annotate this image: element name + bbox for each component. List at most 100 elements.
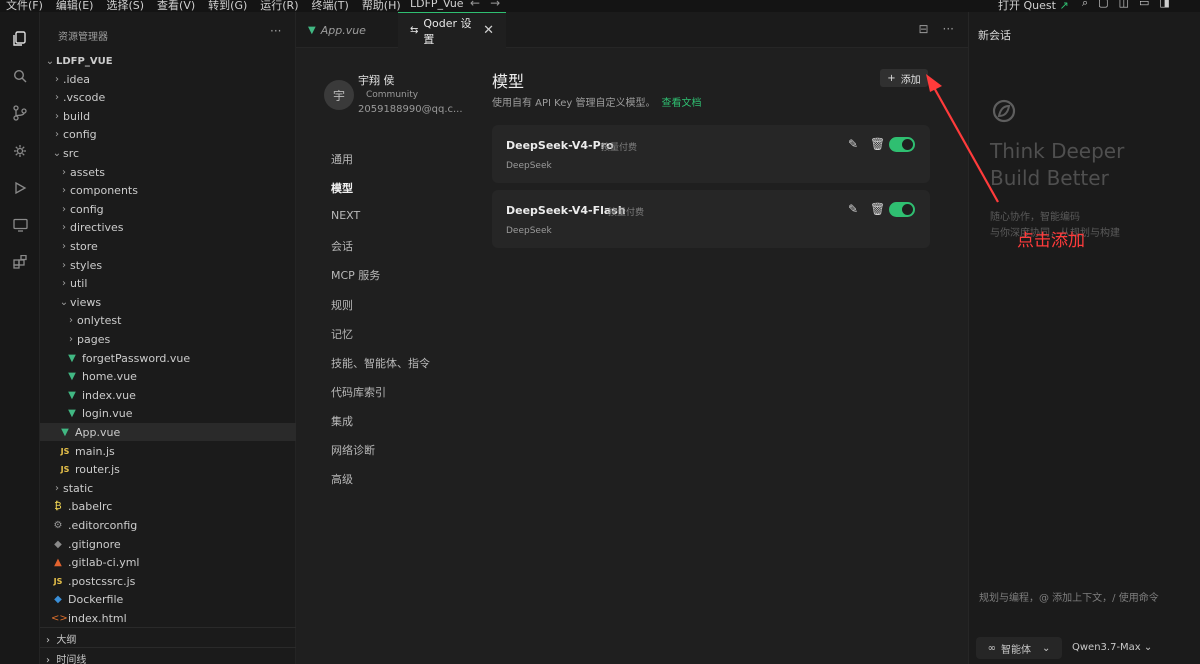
trash-icon[interactable]: 🗑 xyxy=(870,137,885,151)
activity-bar xyxy=(0,12,40,664)
edit-icon[interactable]: ✎ xyxy=(848,202,858,216)
model-select[interactable]: Qwen3.7-Max ⌄ xyxy=(1072,642,1152,653)
model-enabled-toggle[interactable] xyxy=(889,137,915,152)
tree-folder[interactable]: › build xyxy=(40,107,296,125)
vue-file-icon: ▼ xyxy=(68,371,76,383)
settings-nav-item[interactable]: 技能、智能体、指令 xyxy=(331,355,430,371)
tree-file[interactable]: ▼ login.vue xyxy=(40,405,296,423)
outline-section[interactable]: › 大纲 xyxy=(46,631,76,646)
run-debug-icon[interactable] xyxy=(11,179,29,197)
search-icon[interactable] xyxy=(11,67,29,85)
explorer-title: 资源管理器 xyxy=(58,32,108,43)
close-icon[interactable]: ✕ xyxy=(483,23,494,38)
settings-view: 宇 宇翔 侯 Community 2059188990@qq.c... 通用 模型… xyxy=(296,48,968,664)
model-provider: DeepSeek xyxy=(506,161,552,171)
model-billing: 按量付费 xyxy=(601,143,638,153)
docs-link[interactable]: 查看文档 xyxy=(662,98,702,109)
tree-folder[interactable]: › store xyxy=(40,237,296,255)
tree-folder[interactable]: › directives xyxy=(40,219,296,237)
js-file-icon: JS xyxy=(53,576,63,586)
chevron-right-icon: › xyxy=(62,259,66,271)
trash-icon[interactable]: 🗑 xyxy=(870,202,885,216)
tree-file[interactable]: ◆ Dockerfile xyxy=(40,591,296,609)
back-arrow-icon[interactable]: ← xyxy=(470,0,490,10)
tree-file[interactable]: ▼ index.vue xyxy=(40,386,296,404)
tree-file[interactable]: JS .postcssrc.js xyxy=(40,572,296,590)
extensions-settings-icon[interactable] xyxy=(11,142,29,160)
tree-folder[interactable]: ⌄ views xyxy=(40,293,296,311)
tree-file[interactable]: ▲ .gitlab-ci.yml xyxy=(40,554,296,572)
more-actions-icon[interactable]: ··· xyxy=(270,24,281,38)
tree-folder[interactable]: › .vscode xyxy=(40,89,296,107)
settings-nav-item[interactable]: NEXT xyxy=(331,209,360,222)
tree-folder[interactable]: › assets xyxy=(40,163,296,181)
search-icon[interactable]: ⌕ xyxy=(1082,0,1088,10)
more-actions-icon[interactable]: ··· xyxy=(943,22,954,36)
remote-explorer-icon[interactable] xyxy=(11,216,29,234)
settings-nav-item[interactable]: 网络诊断 xyxy=(331,442,375,458)
tree-file[interactable]: JS main.js xyxy=(40,442,296,460)
tree-folder[interactable]: › util xyxy=(40,275,296,293)
vue-file-icon: ▼ xyxy=(68,408,76,420)
tree-file[interactable]: ⚙ .editorconfig xyxy=(40,516,296,534)
tree-label: main.js xyxy=(75,444,115,458)
outline-label: 大纲 xyxy=(56,635,77,646)
tree-file[interactable]: ◆ .gitignore xyxy=(40,535,296,553)
tree-folder[interactable]: › styles xyxy=(40,256,296,274)
panel-divider xyxy=(40,627,296,628)
tab-qoder-settings[interactable]: ⇆ Qoder 设置 ✕ xyxy=(398,12,506,48)
tree-folder[interactable]: › .idea xyxy=(40,70,296,88)
split-editor-icon[interactable]: ⊟ xyxy=(918,22,928,36)
forward-arrow-icon[interactable]: → xyxy=(490,0,510,10)
model-billing: 按量付费 xyxy=(608,208,645,218)
tree-file[interactable]: <> index.html xyxy=(40,609,296,627)
chevron-down-icon: ⌄ xyxy=(59,296,69,308)
tree-folder[interactable]: › config xyxy=(40,126,296,144)
settings-nav-item[interactable]: 规则 xyxy=(331,297,353,313)
settings-nav-item[interactable]: 高级 xyxy=(331,471,353,487)
settings-nav-item[interactable]: 通用 xyxy=(331,151,353,167)
tab-app-vue[interactable]: ▼ App.vue xyxy=(296,12,396,48)
chevron-down-icon: ⌄ xyxy=(45,55,55,67)
settings-nav-item[interactable]: MCP 服务 xyxy=(331,267,380,283)
tree-label: onlytest xyxy=(77,314,122,328)
tree-folder[interactable]: › pages xyxy=(40,330,296,348)
tree-root[interactable]: ⌄ LDFP_VUE xyxy=(40,52,296,70)
js-file-icon: JS xyxy=(60,465,70,475)
git-file-icon: ◆ xyxy=(54,538,62,550)
chevron-right-icon: › xyxy=(62,278,66,290)
extensions-icon[interactable] xyxy=(11,253,29,271)
model-enabled-toggle[interactable] xyxy=(889,202,915,217)
agent-mode-select[interactable]: ∞ 智能体 ⌄ xyxy=(976,637,1062,659)
split-icon[interactable]: ◫ xyxy=(1119,0,1129,10)
chevron-right-icon: › xyxy=(55,129,59,141)
chat-input[interactable]: 规划与编程，@ 添加上下文，/ 使用命令 xyxy=(979,589,1159,604)
settings-nav-item[interactable]: 代码库索引 xyxy=(331,384,386,400)
edit-icon[interactable]: ✎ xyxy=(848,137,858,151)
explorer-icon[interactable] xyxy=(6,24,34,52)
tree-file[interactable]: ▼ App.vue xyxy=(40,423,296,442)
timeline-section[interactable]: › 时间线 xyxy=(46,651,86,664)
settings-nav-item[interactable]: 模型 xyxy=(331,180,353,196)
tree-folder[interactable]: › config xyxy=(40,200,296,218)
model-card: DeepSeek-V4-Flash 按量付费 DeepSeek ✎ 🗑 xyxy=(492,190,930,248)
tree-file[interactable]: ₿ .babelrc xyxy=(40,498,296,516)
tree-file[interactable]: ▼ home.vue xyxy=(40,368,296,386)
panel-icon[interactable]: ▭ xyxy=(1139,0,1149,10)
config-file-icon: ⚙ xyxy=(53,519,63,531)
settings-nav-item[interactable]: 集成 xyxy=(331,413,353,429)
tree-file[interactable]: JS router.js xyxy=(40,461,296,479)
layout-icon[interactable]: ▢ xyxy=(1098,0,1108,10)
tree-label: assets xyxy=(70,165,106,179)
tree-folder[interactable]: › onlytest xyxy=(40,312,296,330)
tree-file[interactable]: ▼ forgetPassword.vue xyxy=(40,349,296,367)
settings-nav-item[interactable]: 记忆 xyxy=(331,326,353,342)
sidebar-icon[interactable]: ◨ xyxy=(1159,0,1169,10)
tree-folder[interactable]: › components xyxy=(40,182,296,200)
add-button-label: 添加 xyxy=(900,74,921,86)
tree-folder[interactable]: ⌄ src xyxy=(40,144,296,162)
source-control-icon[interactable] xyxy=(11,104,29,122)
chevron-right-icon: › xyxy=(62,222,66,234)
settings-nav-item[interactable]: 会话 xyxy=(331,238,353,254)
tree-folder[interactable]: › static xyxy=(40,479,296,497)
